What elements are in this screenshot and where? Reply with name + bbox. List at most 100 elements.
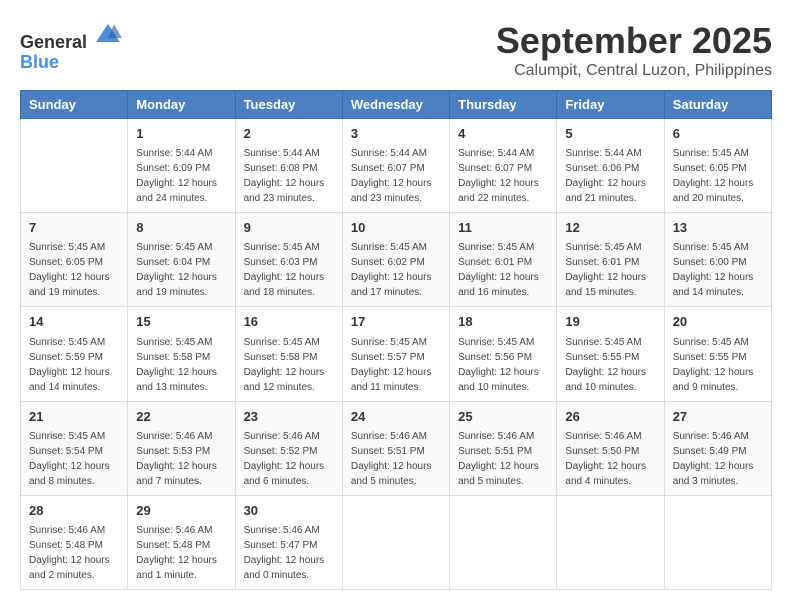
day-cell: 26 Sunrise: 5:46 AM Sunset: 5:50 PM Dayli… xyxy=(557,401,664,495)
day-number: 29 xyxy=(136,502,226,520)
day-number: 23 xyxy=(244,408,334,426)
header-day-saturday: Saturday xyxy=(664,91,771,119)
day-info: Sunrise: 5:46 AM Sunset: 5:51 PM Dayligh… xyxy=(458,429,548,489)
day-cell: 5 Sunrise: 5:44 AM Sunset: 6:06 PM Daylig… xyxy=(557,119,664,213)
header-day-sunday: Sunday xyxy=(21,91,128,119)
day-info: Sunrise: 5:45 AM Sunset: 5:57 PM Dayligh… xyxy=(351,335,441,395)
day-cell: 6 Sunrise: 5:45 AM Sunset: 6:05 PM Daylig… xyxy=(664,119,771,213)
day-info: Sunrise: 5:44 AM Sunset: 6:09 PM Dayligh… xyxy=(136,146,226,206)
day-number: 5 xyxy=(565,125,655,143)
day-number: 26 xyxy=(565,408,655,426)
day-info: Sunrise: 5:46 AM Sunset: 5:48 PM Dayligh… xyxy=(136,523,226,583)
day-info: Sunrise: 5:46 AM Sunset: 5:49 PM Dayligh… xyxy=(673,429,763,489)
day-info: Sunrise: 5:45 AM Sunset: 6:02 PM Dayligh… xyxy=(351,240,441,300)
day-number: 9 xyxy=(244,219,334,237)
day-info: Sunrise: 5:45 AM Sunset: 6:03 PM Dayligh… xyxy=(244,240,334,300)
day-number: 14 xyxy=(29,313,119,331)
day-number: 6 xyxy=(673,125,763,143)
day-number: 8 xyxy=(136,219,226,237)
day-number: 24 xyxy=(351,408,441,426)
day-info: Sunrise: 5:45 AM Sunset: 5:55 PM Dayligh… xyxy=(673,335,763,395)
day-number: 22 xyxy=(136,408,226,426)
day-info: Sunrise: 5:45 AM Sunset: 6:05 PM Dayligh… xyxy=(673,146,763,206)
day-info: Sunrise: 5:46 AM Sunset: 5:50 PM Dayligh… xyxy=(565,429,655,489)
day-number: 18 xyxy=(458,313,548,331)
day-cell: 4Sunrise: 5:44 AM Sunset: 6:07 PM Daylig… xyxy=(450,119,557,213)
day-cell: 16Sunrise: 5:45 AM Sunset: 5:58 PM Dayli… xyxy=(235,307,342,401)
day-cell: 21 Sunrise: 5:45 AM Sunset: 5:54 PM Dayli… xyxy=(21,401,128,495)
day-info: Sunrise: 5:45 AM Sunset: 6:05 PM Dayligh… xyxy=(29,240,119,300)
week-row-2: 7 Sunrise: 5:45 AM Sunset: 6:05 PM Daylig… xyxy=(21,213,772,307)
day-number: 7 xyxy=(29,219,119,237)
week-row-5: 28 Sunrise: 5:46 AM Sunset: 5:48 PM Dayli… xyxy=(21,495,772,589)
day-number: 17 xyxy=(351,313,441,331)
day-info: Sunrise: 5:45 AM Sunset: 6:00 PM Dayligh… xyxy=(673,240,763,300)
day-info: Sunrise: 5:45 AM Sunset: 6:04 PM Dayligh… xyxy=(136,240,226,300)
day-cell xyxy=(342,495,449,589)
week-row-4: 21 Sunrise: 5:45 AM Sunset: 5:54 PM Dayli… xyxy=(21,401,772,495)
logo-general: General xyxy=(20,20,122,53)
day-info: Sunrise: 5:44 AM Sunset: 6:07 PM Dayligh… xyxy=(351,146,441,206)
day-cell: 9 Sunrise: 5:45 AM Sunset: 6:03 PM Daylig… xyxy=(235,213,342,307)
day-cell: 18Sunrise: 5:45 AM Sunset: 5:56 PM Dayli… xyxy=(450,307,557,401)
day-info: Sunrise: 5:44 AM Sunset: 6:06 PM Dayligh… xyxy=(565,146,655,206)
header-day-tuesday: Tuesday xyxy=(235,91,342,119)
day-cell: 20 Sunrise: 5:45 AM Sunset: 5:55 PM Dayli… xyxy=(664,307,771,401)
title-area: September 2025 Calumpit, Central Luzon, … xyxy=(496,20,772,80)
day-cell: 24 Sunrise: 5:46 AM Sunset: 5:51 PM Dayli… xyxy=(342,401,449,495)
day-info: Sunrise: 5:45 AM Sunset: 6:01 PM Dayligh… xyxy=(458,240,548,300)
day-number: 30 xyxy=(244,502,334,520)
day-number: 2 xyxy=(244,125,334,143)
day-number: 13 xyxy=(673,219,763,237)
day-number: 16 xyxy=(244,313,334,331)
day-cell: 2 Sunrise: 5:44 AM Sunset: 6:08 PM Daylig… xyxy=(235,119,342,213)
day-number: 11 xyxy=(458,219,548,237)
day-number: 1 xyxy=(136,125,226,143)
day-info: Sunrise: 5:45 AM Sunset: 5:54 PM Dayligh… xyxy=(29,429,119,489)
day-info: Sunrise: 5:44 AM Sunset: 6:08 PM Dayligh… xyxy=(244,146,334,206)
day-cell: 3 Sunrise: 5:44 AM Sunset: 6:07 PM Daylig… xyxy=(342,119,449,213)
subtitle: Calumpit, Central Luzon, Philippines xyxy=(496,62,772,80)
day-cell: 27 Sunrise: 5:46 AM Sunset: 5:49 PM Dayli… xyxy=(664,401,771,495)
day-cell: 25 Sunrise: 5:46 AM Sunset: 5:51 PM Dayli… xyxy=(450,401,557,495)
header-day-wednesday: Wednesday xyxy=(342,91,449,119)
day-number: 3 xyxy=(351,125,441,143)
day-number: 25 xyxy=(458,408,548,426)
day-number: 28 xyxy=(29,502,119,520)
day-cell: 8 Sunrise: 5:45 AM Sunset: 6:04 PM Daylig… xyxy=(128,213,235,307)
day-number: 21 xyxy=(29,408,119,426)
day-number: 15 xyxy=(136,313,226,331)
day-cell: 14 Sunrise: 5:45 AM Sunset: 5:59 PM Dayli… xyxy=(21,307,128,401)
header-day-friday: Friday xyxy=(557,91,664,119)
day-info: Sunrise: 5:44 AM Sunset: 6:07 PM Dayligh… xyxy=(458,146,548,206)
day-info: Sunrise: 5:45 AM Sunset: 5:59 PM Dayligh… xyxy=(29,335,119,395)
header-day-monday: Monday xyxy=(128,91,235,119)
logo: General Blue xyxy=(20,20,122,73)
day-info: Sunrise: 5:45 AM Sunset: 5:58 PM Dayligh… xyxy=(136,335,226,395)
day-info: Sunrise: 5:46 AM Sunset: 5:53 PM Dayligh… xyxy=(136,429,226,489)
week-row-3: 14 Sunrise: 5:45 AM Sunset: 5:59 PM Dayli… xyxy=(21,307,772,401)
day-cell xyxy=(664,495,771,589)
week-row-1: 1 Sunrise: 5:44 AM Sunset: 6:09 PM Daylig… xyxy=(21,119,772,213)
day-info: Sunrise: 5:46 AM Sunset: 5:48 PM Dayligh… xyxy=(29,523,119,583)
day-cell: 30Sunrise: 5:46 AM Sunset: 5:47 PM Dayli… xyxy=(235,495,342,589)
day-cell: 13 Sunrise: 5:45 AM Sunset: 6:00 PM Dayli… xyxy=(664,213,771,307)
day-cell: 19Sunrise: 5:45 AM Sunset: 5:55 PM Dayli… xyxy=(557,307,664,401)
day-number: 27 xyxy=(673,408,763,426)
day-cell: 10Sunrise: 5:45 AM Sunset: 6:02 PM Dayli… xyxy=(342,213,449,307)
day-cell: 15 Sunrise: 5:45 AM Sunset: 5:58 PM Dayli… xyxy=(128,307,235,401)
calendar-table: SundayMondayTuesdayWednesdayThursdayFrid… xyxy=(20,90,772,590)
day-number: 20 xyxy=(673,313,763,331)
day-cell xyxy=(21,119,128,213)
day-cell: 12Sunrise: 5:45 AM Sunset: 6:01 PM Dayli… xyxy=(557,213,664,307)
day-info: Sunrise: 5:45 AM Sunset: 5:55 PM Dayligh… xyxy=(565,335,655,395)
logo-icon xyxy=(94,20,122,48)
day-cell: 11 Sunrise: 5:45 AM Sunset: 6:01 PM Dayli… xyxy=(450,213,557,307)
day-cell: 23 Sunrise: 5:46 AM Sunset: 5:52 PM Dayli… xyxy=(235,401,342,495)
day-cell: 1 Sunrise: 5:44 AM Sunset: 6:09 PM Daylig… xyxy=(128,119,235,213)
day-number: 12 xyxy=(565,219,655,237)
logo-blue: Blue xyxy=(20,53,122,73)
main-title: September 2025 xyxy=(496,20,772,62)
day-info: Sunrise: 5:46 AM Sunset: 5:51 PM Dayligh… xyxy=(351,429,441,489)
day-info: Sunrise: 5:46 AM Sunset: 5:52 PM Dayligh… xyxy=(244,429,334,489)
